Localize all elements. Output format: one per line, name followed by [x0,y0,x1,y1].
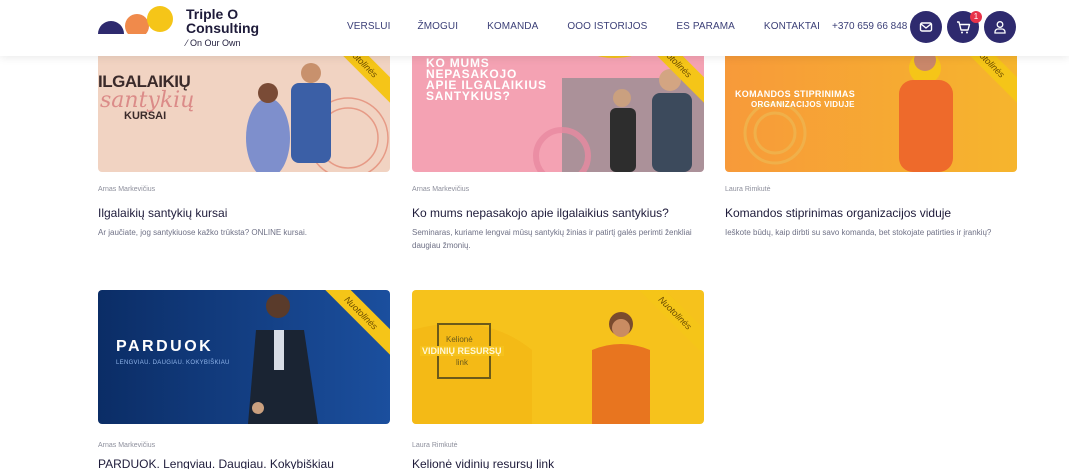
image-line-2: ORGANIZACIJOS VIDUJE [751,100,855,109]
nav-es-parama[interactable]: ES PARAMA [676,21,735,32]
image-text-kelione: Kelionė [446,335,473,344]
logo[interactable]: Triple O Consulting ⁄ On Our Own [98,6,268,50]
nav-komanda[interactable]: KOMANDA [487,21,538,32]
course-image[interactable]: PARDUOK LENGVIAU. DAUGIAU. KOKYBIŠKIAU N… [98,290,390,424]
card-author: Arnas Markevičius [98,442,156,449]
course-image[interactable]: KO MUMS NEPASAKOJO APIE ILGALAIKIUS SANT… [412,38,704,172]
user-icon [994,21,1006,34]
course-image[interactable]: KOMANDOS STIPRINIMAS ORGANIZACIJOS VIDUJ… [725,38,1017,172]
logo-tagline: ⁄ On Our Own [186,38,241,48]
card-description: Seminaras, kuriame lengvai mūsų santykių… [412,228,692,250]
image-line-4: SANTYKIUS? [426,89,511,103]
card-author: Arnas Markevičius [412,186,470,193]
account-button[interactable] [984,11,1016,43]
course-image[interactable]: ILGALAIKIŲ santykių KURSAI Nuotolinės [98,38,390,172]
course-image[interactable]: Kelionė VIDINIŲ RESURSŲ link Nuotolinės [412,290,704,424]
card-title[interactable]: Ilgalaikių santykių kursai [98,206,227,220]
card-title[interactable]: Kelionė vidinių resursų link [412,457,554,469]
card-title[interactable]: Komandos stiprinimas organizacijos viduj… [725,206,951,220]
card-description: Ieškote būdų, kaip dirbti su savo komand… [725,228,992,237]
cart-count-badge: 1 [970,11,982,23]
image-text-resursu: VIDINIŲ RESURSŲ [420,346,504,356]
card-author: Laura Rimkutė [725,186,771,193]
main-nav: VERSLUI ŽMOGUI KOMANDA OOO ISTORIJOS ES … [347,21,820,32]
nav-verslui[interactable]: VERSLUI [347,21,391,32]
logo-line2: Consulting [186,20,260,36]
image-title-kursai: KURSAI [124,110,167,122]
card-author: Laura Rimkutė [412,442,458,449]
card-author: Arnas Markevičius [98,186,156,193]
nav-kontaktai[interactable]: KONTAKTAI [764,21,820,32]
card-title[interactable]: Ko mums nepasakojo apie ilgalaikius sant… [412,206,669,220]
nav-zmogui[interactable]: ŽMOGUI [418,21,459,32]
image-subtitle: LENGVIAU. DAUGIAU. KOKYBIŠKIAU [116,360,230,366]
logo-icon [98,6,178,36]
envelope-icon [919,22,933,32]
cart-icon [956,20,970,33]
image-line-1: KOMANDOS STIPRINIMAS [735,89,856,99]
card-title[interactable]: PARDUOK. Lengviau. Daugiau. Kokybiškiau [98,457,334,469]
card-description: Ar jaučiate, jog santykiuose kažko trūks… [98,228,307,237]
image-text-link: link [456,358,469,367]
email-button[interactable] [910,11,942,43]
image-title-parduok: PARDUOK [116,338,214,355]
site-header: Triple O Consulting ⁄ On Our Own VERSLUI… [0,0,1069,56]
phone-link[interactable]: +370 659 66 848 [832,21,907,32]
nav-ooo-istorijos[interactable]: OOO ISTORIJOS [567,21,647,32]
